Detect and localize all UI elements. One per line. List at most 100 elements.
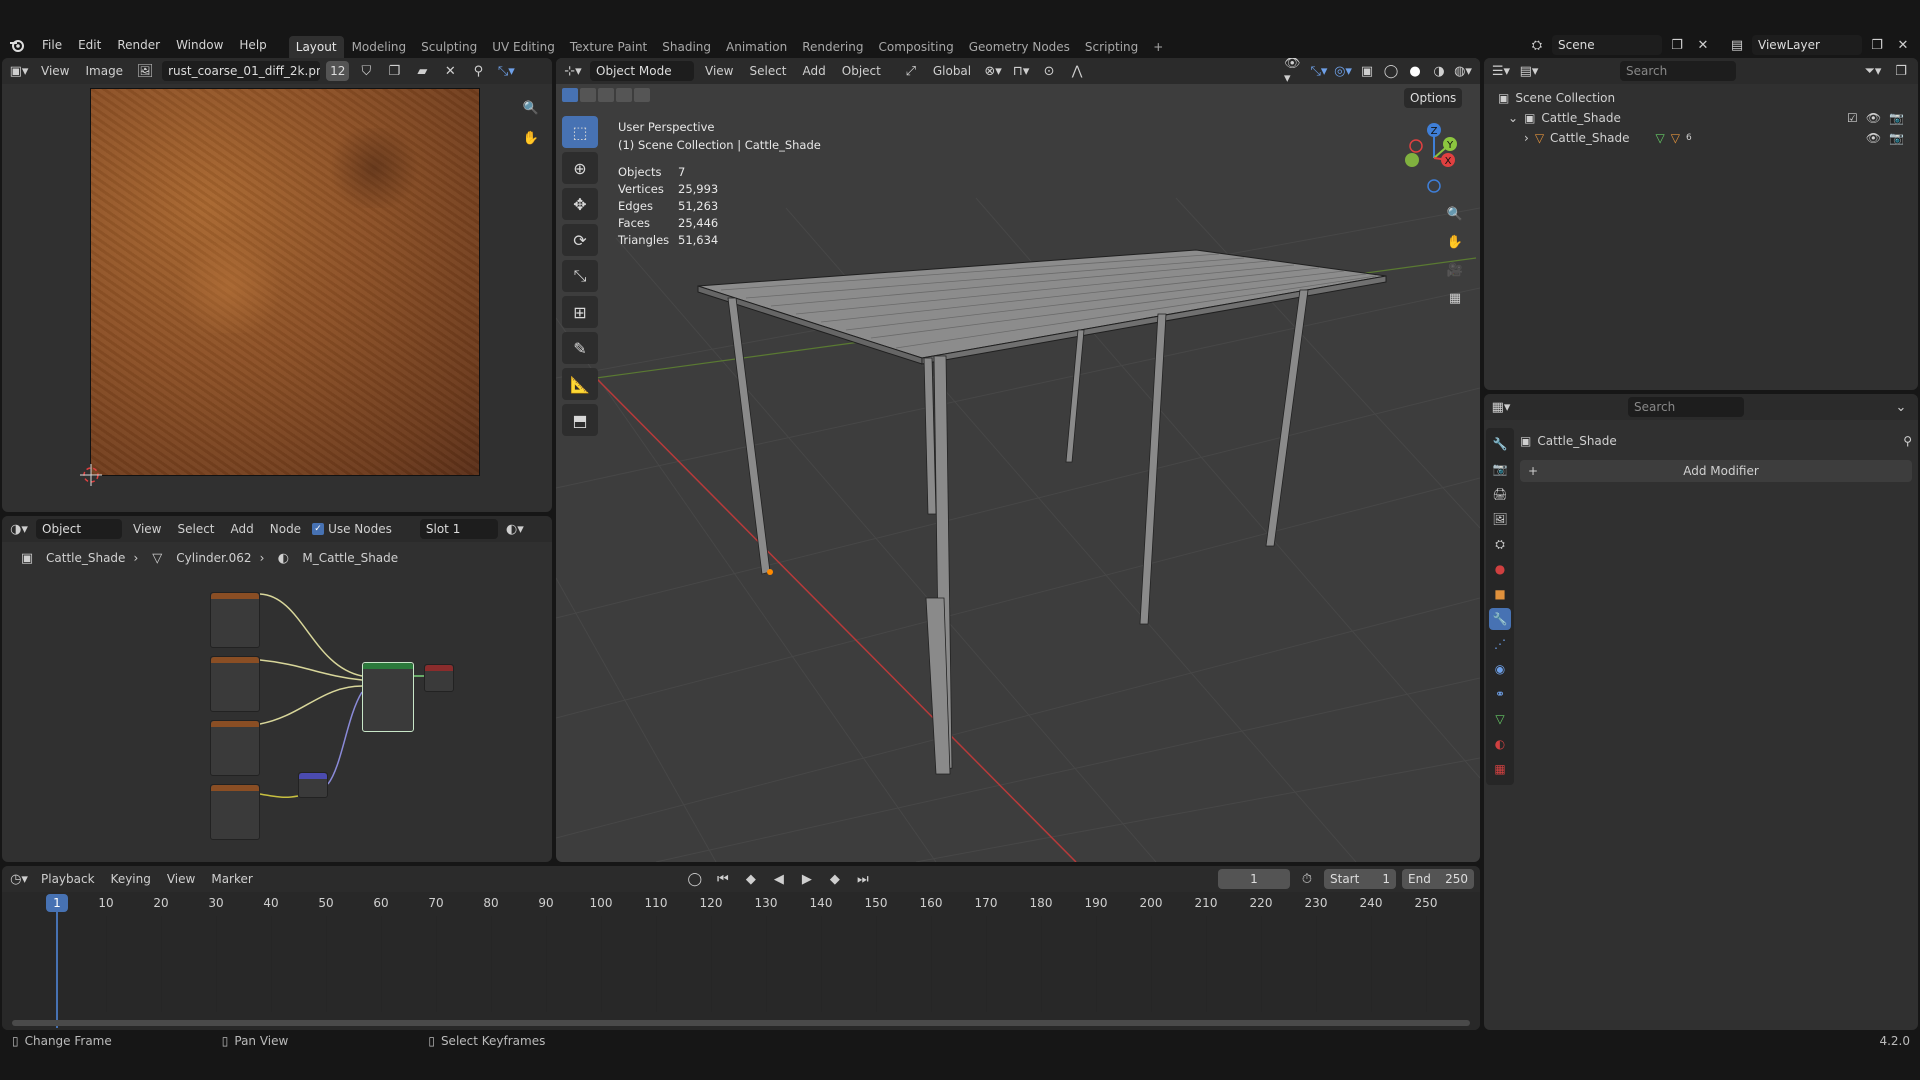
scene-collection-row[interactable]: ▣ Scene Collection xyxy=(1498,88,1904,108)
new-viewlayer-icon[interactable]: ❐ xyxy=(1866,35,1888,55)
zoom-icon[interactable]: 🔍 xyxy=(520,98,542,118)
constraints-tab-icon[interactable]: ⚭ xyxy=(1489,683,1511,705)
eye-icon[interactable]: 👁 xyxy=(1866,128,1881,148)
jump-start-icon[interactable]: ⏮ xyxy=(712,869,734,889)
uv-sync-icon[interactable]: ⤡▾ xyxy=(495,61,517,81)
rendered-shading-icon[interactable]: ◍▾ xyxy=(1452,61,1474,81)
2d-cursor-icon[interactable] xyxy=(80,464,102,486)
navigation-gizmo[interactable]: Z Y X xyxy=(1394,118,1474,198)
display-mode-icon[interactable]: ▤▾ xyxy=(1518,61,1540,81)
image-texture-node[interactable] xyxy=(210,592,260,648)
image-browse-icon[interactable]: 🖼 xyxy=(134,61,156,81)
material-output-node[interactable] xyxy=(424,664,454,692)
material-tab-icon[interactable]: ◐ xyxy=(1489,733,1511,755)
menu-view[interactable]: View xyxy=(36,61,74,81)
move-tool-icon[interactable]: ✥ xyxy=(562,188,598,220)
hand-pan-icon[interactable]: ✋ xyxy=(1444,232,1466,252)
menu-select[interactable]: Select xyxy=(744,61,791,81)
falloff-icon[interactable]: ⋀ xyxy=(1066,61,1088,81)
image-texture-node[interactable] xyxy=(210,656,260,712)
gizmo-toggle-icon[interactable]: ⤡▾ xyxy=(1308,61,1330,81)
particles-tab-icon[interactable]: ⋰ xyxy=(1489,633,1511,655)
select-box-tool-icon[interactable]: ⬚ xyxy=(562,116,598,148)
camera-icon[interactable]: 📷 xyxy=(1889,108,1904,128)
viewlayer-selector[interactable]: ViewLayer xyxy=(1752,35,1862,55)
visibility-icon[interactable]: 👁▾ xyxy=(1284,58,1306,86)
jump-end-icon[interactable]: ⏭ xyxy=(852,869,874,889)
playhead-line[interactable] xyxy=(56,912,58,1028)
outliner-search-input[interactable]: Search xyxy=(1620,61,1736,81)
menu-keying[interactable]: Keying xyxy=(106,869,156,889)
new-scene-icon[interactable]: ❐ xyxy=(1666,35,1688,55)
menu-marker[interactable]: Marker xyxy=(206,869,257,889)
viewport-type-icon[interactable]: ⊹▾ xyxy=(562,61,584,81)
next-keyframe-icon[interactable]: ◆ xyxy=(824,869,846,889)
properties-search-input[interactable]: Search xyxy=(1628,397,1744,417)
tab-texture-paint[interactable]: Texture Paint xyxy=(563,36,654,58)
tab-geometry-nodes[interactable]: Geometry Nodes xyxy=(962,36,1077,58)
tab-modeling[interactable]: Modeling xyxy=(345,36,414,58)
options-dropdown[interactable]: Options xyxy=(1404,88,1463,108)
menu-edit[interactable]: Edit xyxy=(70,32,109,58)
menu-window[interactable]: Window xyxy=(168,32,231,58)
tab-layout[interactable]: Layout xyxy=(288,36,344,58)
data-tab-icon[interactable]: ▽ xyxy=(1489,708,1511,730)
select-subtract-icon[interactable] xyxy=(598,88,614,102)
menu-view[interactable]: View xyxy=(700,61,738,81)
tab-shading[interactable]: Shading xyxy=(655,36,718,58)
duplicate-image-icon[interactable]: ❐ xyxy=(383,61,405,81)
principled-bsdf-node[interactable] xyxy=(362,662,414,732)
menu-view[interactable]: View xyxy=(162,869,200,889)
scene-selector[interactable]: Scene xyxy=(1552,35,1662,55)
select-invert-icon[interactable] xyxy=(616,88,632,102)
play-reverse-icon[interactable]: ◀ xyxy=(768,869,790,889)
chevron-down-icon[interactable]: ⌄ xyxy=(1508,108,1518,128)
render-tab-icon[interactable]: 📷 xyxy=(1489,458,1511,480)
physics-tab-icon[interactable]: ◉ xyxy=(1489,658,1511,680)
menu-add[interactable]: Add xyxy=(798,61,831,81)
add-workspace-button[interactable]: + xyxy=(1146,36,1170,58)
overlays-icon[interactable]: ◎▾ xyxy=(1332,61,1354,81)
texture-tab-icon[interactable]: ▦ xyxy=(1489,758,1511,780)
measure-tool-icon[interactable]: 📐 xyxy=(562,368,598,400)
blender-logo-icon[interactable] xyxy=(6,35,28,55)
chevron-down-icon[interactable]: ⌄ xyxy=(1890,397,1912,417)
outliner-type-icon[interactable]: ☰▾ xyxy=(1490,61,1512,81)
menu-help[interactable]: Help xyxy=(231,32,274,58)
modifier-tab-icon[interactable]: 🔧 xyxy=(1489,608,1511,630)
zoom-icon[interactable]: 🔍 xyxy=(1444,204,1466,224)
menu-render[interactable]: Render xyxy=(109,32,168,58)
output-tab-icon[interactable]: 🖨 xyxy=(1489,483,1511,505)
object-tab-icon[interactable]: ■ xyxy=(1489,583,1511,605)
menu-playback[interactable]: Playback xyxy=(36,869,100,889)
eye-icon[interactable]: 👁 xyxy=(1866,108,1881,128)
select-extend-icon[interactable] xyxy=(580,88,596,102)
tab-rendering[interactable]: Rendering xyxy=(795,36,870,58)
collection-row[interactable]: ⌄ ▣ Cattle_Shade ☑ 👁 📷 xyxy=(1498,108,1904,128)
chevron-right-icon[interactable]: › xyxy=(1524,128,1529,148)
end-frame-field[interactable]: End 250 xyxy=(1402,869,1474,889)
start-frame-field[interactable]: Start 1 xyxy=(1324,869,1396,889)
new-collection-icon[interactable]: ❐ xyxy=(1890,61,1912,81)
tab-sculpting[interactable]: Sculpting xyxy=(414,36,484,58)
rotate-tool-icon[interactable]: ⟳ xyxy=(562,224,598,256)
unlink-image-icon[interactable]: ✕ xyxy=(439,61,461,81)
current-frame-field[interactable]: 1 xyxy=(1218,869,1290,889)
timeline-frames[interactable]: 1 10 20 30 40 50 60 70 80 90 100 110 120 130 140 150 160… xyxy=(2,892,1480,1030)
normal-map-node[interactable] xyxy=(298,772,328,798)
image-name-field[interactable]: rust_coarse_01_diff_2k.png xyxy=(162,61,321,81)
tool-tab-icon[interactable]: 🔧 xyxy=(1489,433,1511,455)
xray-icon[interactable]: ▣ xyxy=(1356,61,1378,81)
annotate-tool-icon[interactable]: ✎ xyxy=(562,332,598,364)
select-new-icon[interactable] xyxy=(562,88,578,102)
tab-animation[interactable]: Animation xyxy=(719,36,794,58)
open-folder-icon[interactable]: ▰ xyxy=(411,61,433,81)
fake-user-icon[interactable]: ⛉ xyxy=(355,61,377,81)
world-tab-icon[interactable]: ● xyxy=(1489,558,1511,580)
solid-shading-icon[interactable]: ● xyxy=(1404,61,1426,81)
filter-icon[interactable]: ⏷▾ xyxy=(1862,61,1884,81)
hand-pan-icon[interactable]: ✋ xyxy=(520,128,542,148)
menu-image[interactable]: Image xyxy=(80,61,128,81)
camera-icon[interactable]: 📷 xyxy=(1889,128,1904,148)
object-row[interactable]: › ▽ Cattle_Shade ▽ ▽ 6 👁 📷 xyxy=(1498,128,1904,148)
